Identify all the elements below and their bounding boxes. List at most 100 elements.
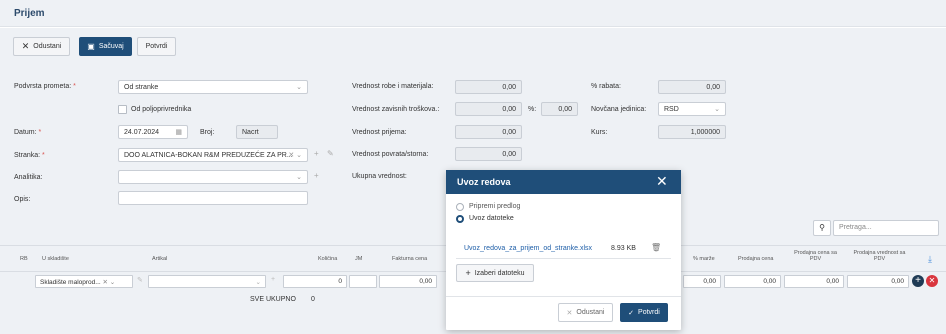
receipt-value-label: Vrednost prijema: [352, 129, 407, 136]
row-article-select[interactable]: ⌄ [148, 275, 266, 288]
return-value-field: 0,00 [455, 147, 522, 161]
row-warehouse-select[interactable]: Skladište maloprod... ✕ ⌄ [35, 275, 133, 288]
dialog-header: Uvoz redova ✕ [446, 170, 681, 194]
import-option-label: Uvoz datoteke [469, 215, 514, 222]
percent-field: 0,00 [541, 102, 578, 116]
col-quantity: Količina [318, 256, 338, 262]
confirm-button[interactable]: Potvrdi [137, 37, 176, 56]
add-icon[interactable]: + [271, 276, 275, 283]
col-article: Artikal [152, 256, 168, 262]
goods-value-field: 0,00 [455, 80, 522, 94]
page-title: Prijem [14, 8, 45, 19]
row-unit[interactable] [349, 275, 377, 288]
dialog-confirm-button[interactable]: ✓ Potvrdi [620, 303, 668, 322]
date-label: Datum: * [14, 129, 42, 136]
edit-icon[interactable]: ✎ [137, 276, 143, 284]
analytics-select[interactable]: ⌄ [118, 170, 308, 184]
dependent-costs-label: Vrednost zavisnih troškova.: [352, 106, 440, 113]
title-bar: Prijem [0, 0, 946, 27]
calendar-icon: ▦ [175, 129, 182, 136]
percent-label: %: [528, 106, 537, 113]
chevron-down-icon: ⌄ [714, 106, 720, 113]
save-label: Sačuvaj [98, 43, 124, 50]
receipt-value-field: 0,00 [455, 125, 522, 139]
party-select[interactable]: DOO ALATNICA-BOKAN R&M PREDUZEĆE ZA PR..… [118, 148, 308, 162]
row-margin[interactable]: 0,00 [683, 275, 721, 288]
radio-import[interactable] [456, 215, 464, 223]
return-value-label: Vrednost povrata/storna: [352, 151, 429, 158]
clear-chevron-icon: ✕ ⌄ [288, 152, 302, 159]
dialog-cancel-label: Odustani [576, 309, 605, 316]
check-icon: ✓ [628, 309, 635, 317]
description-field[interactable] [118, 191, 308, 205]
file-link[interactable]: Uvoz_redova_za_prijem_od_stranke.xlsx [464, 245, 592, 252]
col-sale-price: Prodajna cena [738, 256, 774, 262]
row-sale-price-vat[interactable]: 0,00 [784, 275, 844, 288]
discount-field: 0,00 [658, 80, 726, 94]
close-icon[interactable]: ✕ [656, 173, 668, 190]
divider [446, 296, 681, 297]
dialog-cancel-button[interactable]: ✕ Odustani [558, 303, 613, 322]
add-icon[interactable]: + [314, 149, 319, 158]
cancel-button[interactable]: ✕ Odustani [13, 37, 70, 56]
col-warehouse: U skladište [42, 256, 69, 262]
dialog-title: Uvoz redova [457, 177, 511, 187]
plus-icon: + [465, 268, 471, 278]
col-invoice-price: Fakturna cena [392, 256, 428, 262]
party-label: Stranka: * [14, 152, 45, 159]
file-size: 8.93 KB [611, 245, 636, 252]
import-rows-dialog: Uvoz redova ✕ Pripremi predlog Uvoz dato… [446, 170, 681, 330]
save-button[interactable]: ▣ Sačuvaj [79, 37, 132, 56]
close-icon: ✕ [21, 41, 30, 51]
radio-template[interactable] [456, 203, 464, 211]
close-icon: ✕ [566, 309, 573, 317]
cancel-label: Odustani [33, 43, 62, 50]
choose-file-button[interactable]: + Izaberi datoteku [456, 264, 534, 282]
confirm-label: Potvrdi [145, 43, 168, 50]
total-value-label: Ukupna vrednost: [352, 173, 407, 180]
total-label: SVE UKUPNO [250, 296, 296, 303]
row-quantity[interactable]: 0 [283, 275, 347, 288]
delete-row-icon[interactable]: ✕ [926, 275, 938, 287]
col-rb: RB [20, 256, 28, 262]
transaction-type-label: Podvrsta prometa: * [14, 83, 76, 90]
number-label: Broj: [200, 129, 215, 136]
choose-file-label: Izaberi datoteku [474, 269, 525, 277]
search-input[interactable]: Pretraga... [833, 220, 939, 236]
number-field: Nacrt [236, 125, 278, 139]
template-option-label: Pripremi predlog [469, 203, 521, 210]
chevron-down-icon: ⌄ [296, 174, 302, 181]
transaction-type-select[interactable]: Od stranke ⌄ [118, 80, 308, 94]
divider [456, 258, 671, 259]
col-sale-price-vat: Prodajna cena sa PDV [794, 250, 837, 262]
trash-icon[interactable]: 🗑 [651, 243, 661, 252]
currency-label: Novčana jedinica: [591, 106, 647, 113]
search-button[interactable]: ⚲ [813, 220, 831, 236]
search-icon: ⚲ [819, 223, 825, 232]
save-icon: ▣ [87, 42, 95, 51]
rate-field: 1,000000 [658, 125, 726, 139]
toolbar: ✕ Odustani ▣ Sačuvaj Potvrdi [0, 28, 946, 63]
col-unit: JM [355, 256, 363, 262]
agri-checkbox[interactable] [118, 105, 127, 114]
row-invoice-price[interactable]: 0,00 [379, 275, 437, 288]
total-value: 0 [311, 296, 315, 303]
description-label: Opis: [14, 196, 31, 203]
dialog-confirm-label: Potvrdi [638, 309, 660, 316]
download-icon[interactable]: ⤓ [928, 254, 932, 265]
row-sale-price[interactable]: 0,00 [724, 275, 781, 288]
col-margin: % marže [693, 256, 715, 262]
analytics-label: Analitika: [14, 174, 43, 181]
row-sale-value-vat[interactable]: 0,00 [847, 275, 909, 288]
goods-value-label: Vrednost robe i materijala: [352, 83, 434, 90]
discount-label: % rabata: [591, 83, 621, 90]
dependent-costs-field: 0,00 [455, 102, 522, 116]
add-row-icon[interactable]: + [912, 275, 924, 287]
chevron-down-icon: ⌄ [296, 84, 302, 91]
col-sale-value-vat: Prodajna vrednost sa PDV [853, 250, 906, 262]
date-field[interactable]: 24.07.2024 ▦ [118, 125, 188, 139]
edit-icon[interactable]: ✎ [327, 149, 334, 158]
currency-select[interactable]: RSD ⌄ [658, 102, 726, 116]
add-icon[interactable]: + [314, 171, 319, 180]
agri-label: Od poljoprivrednika [131, 106, 192, 113]
